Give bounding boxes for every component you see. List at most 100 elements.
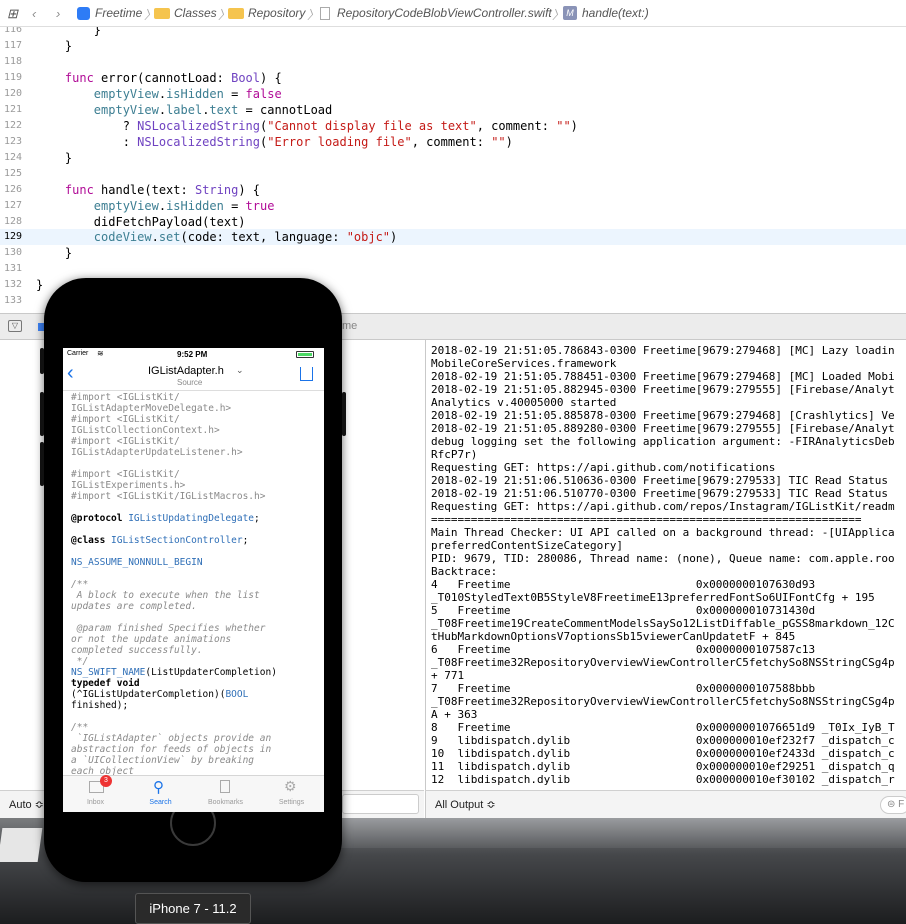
nav-title[interactable]: IGListAdapter.h <box>148 365 224 377</box>
volume-down-button[interactable] <box>40 442 44 486</box>
source-line: /** <box>71 579 89 590</box>
code-line-current: 129 codeView.set(code: text, language: "… <box>0 229 906 245</box>
code-line: 121 emptyView.label.text = cannotLoad <box>3 103 333 117</box>
wifi-icon: ≋ <box>97 349 104 358</box>
breadcrumb-classes[interactable]: Classes <box>174 6 217 20</box>
back-arrow-icon[interactable]: ‹ <box>32 6 36 21</box>
hide-debug-area-icon[interactable]: ▽ <box>8 320 22 332</box>
code-editor[interactable]: 116 } 117 } 118 119 func error(cannotLoa… <box>0 27 906 313</box>
source-line: #import <IGListKit/ <box>71 414 180 425</box>
code-line: 127 emptyView.isHidden = true <box>3 199 275 213</box>
source-line: finished); <box>71 700 129 711</box>
console-line: preferredContentSizeCategory] <box>431 539 624 552</box>
power-button[interactable] <box>342 392 346 436</box>
source-line: @protocol IGListUpdatingDelegate; <box>71 513 260 524</box>
nav-subtitle: Source <box>177 378 203 387</box>
method-icon: M <box>563 6 577 20</box>
console-line: 2018-02-19 21:51:05.889280-0300 Freetime… <box>431 422 895 435</box>
source-line: (^IGListUpdaterCompletion)(BOOL <box>71 689 249 700</box>
mute-switch[interactable] <box>40 348 44 374</box>
console-line: Main Thread Checker: UI API called on a … <box>431 526 895 539</box>
folder-icon <box>228 8 244 19</box>
swift-file-icon <box>320 7 330 20</box>
console-line: 2018-02-19 21:51:05.882945-0300 Freetime… <box>431 383 895 396</box>
source-line <box>71 711 316 722</box>
source-line: IGListExperiments.h> <box>71 480 186 491</box>
tab-settings[interactable]: Settings <box>259 799 324 806</box>
source-line: NS_ASSUME_NONNULL_BEGIN <box>71 557 203 568</box>
console-line: 4 Freetime 0x0000000107630d93 <box>431 578 816 591</box>
console-line: 2018-02-19 21:51:05.786843-0300 Freetime… <box>431 344 895 357</box>
console-line: 2018-02-19 21:51:05.788451-0300 Freetime… <box>431 370 895 383</box>
console-line: 9 libdispatch.dylib 0x000000010ef232f7 _… <box>431 734 895 747</box>
code-line: 123 : NSLocalizedString("Error loading f… <box>3 135 513 149</box>
code-line: 117 } <box>3 39 73 53</box>
simulator-device: Carrier ≋ 9:52 PM ‹ IGListAdapter.h ⌄ So… <box>40 278 346 882</box>
jump-bar: ⊞ ‹ › Freetime 〉 Classes 〉 Repository 〉 … <box>0 0 906 27</box>
folder-icon <box>154 8 170 19</box>
source-line: IGListCollectionContext.h> <box>71 425 220 436</box>
source-line: completed successfully. <box>71 645 203 656</box>
source-line: #import <IGListKit/ <box>71 392 180 403</box>
status-time: 9:52 PM <box>177 350 208 359</box>
console-line: Requesting GET: https://api.github.com/r… <box>431 500 895 513</box>
variables-filter-field[interactable] <box>342 794 419 814</box>
console-output[interactable]: 2018-02-19 21:51:05.786843-0300 Freetime… <box>425 340 906 790</box>
source-line: @class IGListSectionController; <box>71 535 249 546</box>
back-chevron-icon[interactable]: ‹ <box>67 362 74 385</box>
console-line: _T08Freetime19CreateCommentModelsSaySo12… <box>431 617 895 630</box>
console-line: Backtrace: <box>431 565 498 578</box>
breadcrumb-repository[interactable]: Repository <box>248 6 305 20</box>
source-line: #import <IGListKit/IGListMacros.h> <box>71 491 266 502</box>
source-line <box>71 524 316 535</box>
simulator-screen[interactable]: Carrier ≋ 9:52 PM ‹ IGListAdapter.h ⌄ So… <box>63 348 324 812</box>
console-filter-field[interactable]: ⊜ F <box>880 796 906 814</box>
source-line: IGListAdapterMoveDelegate.h> <box>71 403 232 414</box>
source-line: NS_SWIFT_NAME(ListUpdaterCompletion) <box>71 667 277 678</box>
source-line: `IGListAdapter` objects provide an <box>71 733 272 744</box>
breadcrumb-file[interactable]: RepositoryCodeBlobViewController.swift <box>337 6 552 20</box>
tab-bookmarks[interactable]: Bookmarks <box>193 799 258 806</box>
source-code-view[interactable]: #import <IGListKit/ IGListAdapterMoveDel… <box>71 392 316 778</box>
console-line: RfcP7r) <box>431 448 478 461</box>
code-line: 126 func handle(text: String) { <box>3 183 261 197</box>
share-icon[interactable] <box>300 367 313 381</box>
settings-gear-icon: ⚙ <box>284 778 297 794</box>
console-output-selector[interactable]: All Output ≎ <box>435 798 496 811</box>
code-line: 125 <box>3 168 22 179</box>
console-line: 2018-02-19 21:51:06.510770-0300 Freetime… <box>431 487 888 500</box>
source-line: #import <IGListKit/ <box>71 469 180 480</box>
console-line: 2018-02-19 21:51:05.885878-0300 Freetime… <box>431 409 895 422</box>
chevron-right-icon: 〉 <box>307 8 320 22</box>
search-icon: ⚲ <box>153 779 164 796</box>
code-line: 128 didFetchPayload(text) <box>3 215 246 229</box>
variables-scope-selector[interactable]: Auto ≎ <box>9 798 44 811</box>
source-line <box>71 568 316 579</box>
simulator-device-label: iPhone 7 - 11.2 <box>135 893 251 924</box>
grid-icon[interactable]: ⊞ <box>7 6 18 22</box>
console-line: tHubMarkdownOptionsV7optionsSb15viewerCa… <box>431 630 796 643</box>
battery-icon <box>296 351 314 358</box>
tab-search[interactable]: Search <box>128 799 193 806</box>
source-line: or not the update animations <box>71 634 232 645</box>
carrier-label: Carrier <box>67 350 89 357</box>
tab-inbox[interactable]: Inbox <box>63 799 128 806</box>
forward-arrow-icon[interactable]: › <box>56 6 60 21</box>
console-line: 8 Freetime 0x00000001076651d9 _T0Ix_IyB_… <box>431 721 895 734</box>
console-line: ========================================… <box>431 513 862 526</box>
source-line: updates are completed. <box>71 601 197 612</box>
console-line: _T010StyledText0B5StyleV8FreetimeE13pref… <box>431 591 875 604</box>
chevron-down-icon[interactable]: ⌄ <box>236 365 244 376</box>
console-line: 2018-02-19 21:51:06.510636-0300 Freetime… <box>431 474 888 487</box>
code-line: 130 } <box>3 246 73 260</box>
source-line: A block to execute when the list <box>71 590 260 601</box>
volume-up-button[interactable] <box>40 392 44 436</box>
console-line: 7 Freetime 0x0000000107588bbb <box>431 682 816 695</box>
console-line: A + 363 <box>431 708 478 721</box>
background-graphic <box>0 828 43 862</box>
breadcrumb-project[interactable]: Freetime <box>95 6 142 20</box>
source-line: */ <box>71 656 89 667</box>
breadcrumb-method[interactable]: handle(text:) <box>582 6 649 20</box>
console-line: 6 Freetime 0x0000000107587c13 <box>431 643 816 656</box>
console-line: _T08Freetime32RepositoryOverviewViewCont… <box>431 695 895 708</box>
